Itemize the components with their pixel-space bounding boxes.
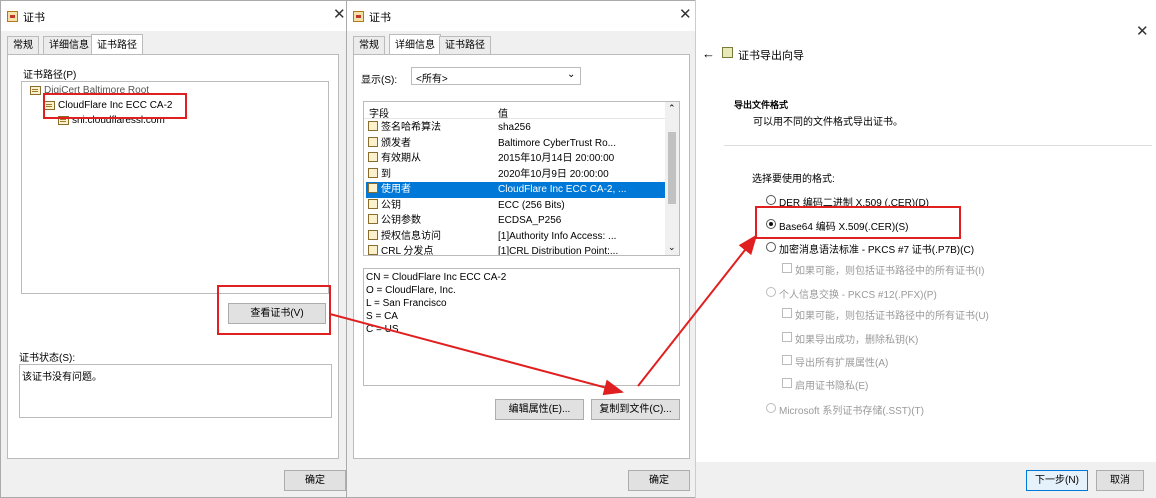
arrow-to-copy xyxy=(329,313,624,396)
arrow-to-base64 xyxy=(637,234,758,387)
annotation-arrows xyxy=(329,234,758,396)
